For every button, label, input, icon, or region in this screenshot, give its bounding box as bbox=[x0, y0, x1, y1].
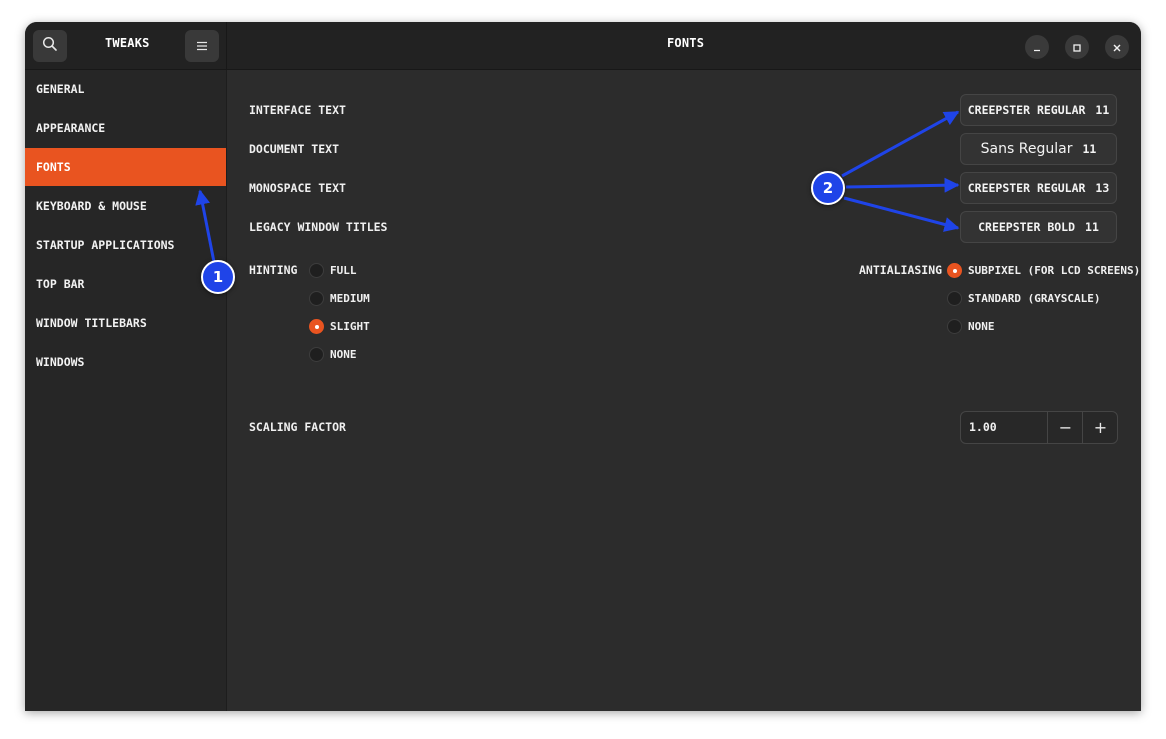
legacy-window-titles-font-button[interactable]: CREEPSTER BOLD 11 bbox=[960, 211, 1117, 243]
antialiasing-none-radio[interactable]: NONE bbox=[947, 319, 995, 334]
radio-label: MEDIUM bbox=[330, 292, 370, 305]
sidebar-item-keyboard-mouse[interactable]: KEYBOARD & MOUSE bbox=[25, 187, 226, 225]
decrease-button[interactable]: − bbox=[1047, 412, 1083, 443]
sidebar-item-top-bar[interactable]: TOP BAR bbox=[25, 265, 226, 303]
sidebar-item-fonts[interactable]: FONTS bbox=[25, 148, 226, 186]
sidebar-item-general[interactable]: GENERAL bbox=[25, 70, 226, 108]
menu-button[interactable] bbox=[185, 30, 219, 62]
close-icon bbox=[1112, 38, 1122, 57]
sidebar-item-window-titlebars[interactable]: WINDOW TITLEBARS bbox=[25, 304, 226, 342]
minimize-icon bbox=[1032, 38, 1042, 57]
page-title: FONTS bbox=[667, 36, 705, 50]
fonts-panel: INTERFACE TEXT CREEPSTER REGULAR 11 DOCU… bbox=[227, 70, 1141, 711]
antialiasing-subpixel-radio[interactable]: SUBPIXEL (FOR LCD SCREENS) bbox=[947, 263, 1140, 278]
increase-button[interactable]: + bbox=[1082, 412, 1118, 443]
radio-label: STANDARD (GRAYSCALE) bbox=[968, 292, 1101, 305]
hinting-slight-radio[interactable]: SLIGHT bbox=[309, 319, 370, 334]
sidebar-item-windows[interactable]: WINDOWS bbox=[25, 343, 226, 381]
tweaks-window: TWEAKS FONTS GENERAL APPEARANCE FONTS KE… bbox=[25, 22, 1141, 711]
font-name: CREEPSTER REGULAR bbox=[967, 103, 1086, 117]
sidebar-title: TWEAKS bbox=[105, 36, 150, 50]
radio-indicator bbox=[947, 263, 962, 278]
monospace-text-label: MONOSPACE TEXT bbox=[249, 181, 346, 195]
radio-label: NONE bbox=[330, 348, 357, 361]
radio-indicator bbox=[309, 319, 324, 334]
font-size: 11 bbox=[1082, 142, 1097, 156]
font-name: Sans Regular bbox=[980, 141, 1073, 157]
radio-indicator bbox=[309, 263, 324, 278]
header-bar: TWEAKS FONTS bbox=[25, 22, 1141, 70]
interface-text-label: INTERFACE TEXT bbox=[249, 103, 346, 117]
antialiasing-label: ANTIALIASING bbox=[859, 263, 943, 277]
hinting-medium-radio[interactable]: MEDIUM bbox=[309, 291, 370, 306]
scaling-factor-value[interactable]: 1.00 bbox=[969, 420, 997, 434]
antialiasing-standard-radio[interactable]: STANDARD (GRAYSCALE) bbox=[947, 291, 1100, 306]
hinting-full-radio[interactable]: FULL bbox=[309, 263, 357, 278]
radio-label: FULL bbox=[330, 264, 357, 277]
font-size: 11 bbox=[1085, 220, 1099, 234]
sidebar-item-appearance[interactable]: APPEARANCE bbox=[25, 109, 226, 147]
radio-label: SLIGHT bbox=[330, 320, 370, 333]
radio-indicator bbox=[309, 291, 324, 306]
sidebar: GENERAL APPEARANCE FONTS KEYBOARD & MOUS… bbox=[25, 70, 227, 711]
sidebar-item-startup-applications[interactable]: STARTUP APPLICATIONS bbox=[25, 226, 226, 264]
radio-label: NONE bbox=[968, 320, 995, 333]
font-size: 11 bbox=[1095, 103, 1110, 117]
radio-indicator bbox=[947, 319, 962, 334]
header-divider bbox=[226, 22, 227, 69]
search-icon bbox=[42, 36, 58, 56]
annotation-badge-2: 2 bbox=[811, 171, 845, 205]
annotation-badge-1: 1 bbox=[201, 260, 235, 294]
close-button[interactable] bbox=[1105, 35, 1129, 59]
document-text-font-button[interactable]: Sans Regular 11 bbox=[960, 133, 1117, 165]
scaling-factor-label: SCALING FACTOR bbox=[249, 420, 346, 434]
hamburger-menu-icon bbox=[196, 37, 208, 56]
hinting-none-radio[interactable]: NONE bbox=[309, 347, 357, 362]
radio-label: SUBPIXEL (FOR LCD SCREENS) bbox=[968, 264, 1141, 277]
scaling-factor-spinbutton: 1.00 − + bbox=[960, 411, 1118, 444]
font-size: 13 bbox=[1095, 181, 1110, 195]
radio-indicator bbox=[309, 347, 324, 362]
maximize-icon bbox=[1072, 38, 1082, 57]
monospace-text-font-button[interactable]: CREEPSTER REGULAR 13 bbox=[960, 172, 1117, 204]
font-name: CREEPSTER REGULAR bbox=[967, 181, 1086, 195]
radio-indicator bbox=[947, 291, 962, 306]
legacy-window-titles-label: LEGACY WINDOW TITLES bbox=[249, 220, 388, 234]
hinting-label: HINTING bbox=[249, 263, 298, 277]
interface-text-font-button[interactable]: CREEPSTER REGULAR 11 bbox=[960, 94, 1117, 126]
font-name: CREEPSTER BOLD bbox=[978, 220, 1076, 234]
minimize-button[interactable] bbox=[1025, 35, 1049, 59]
search-button[interactable] bbox=[33, 30, 67, 62]
maximize-button[interactable] bbox=[1065, 35, 1089, 59]
document-text-label: DOCUMENT TEXT bbox=[249, 142, 340, 156]
